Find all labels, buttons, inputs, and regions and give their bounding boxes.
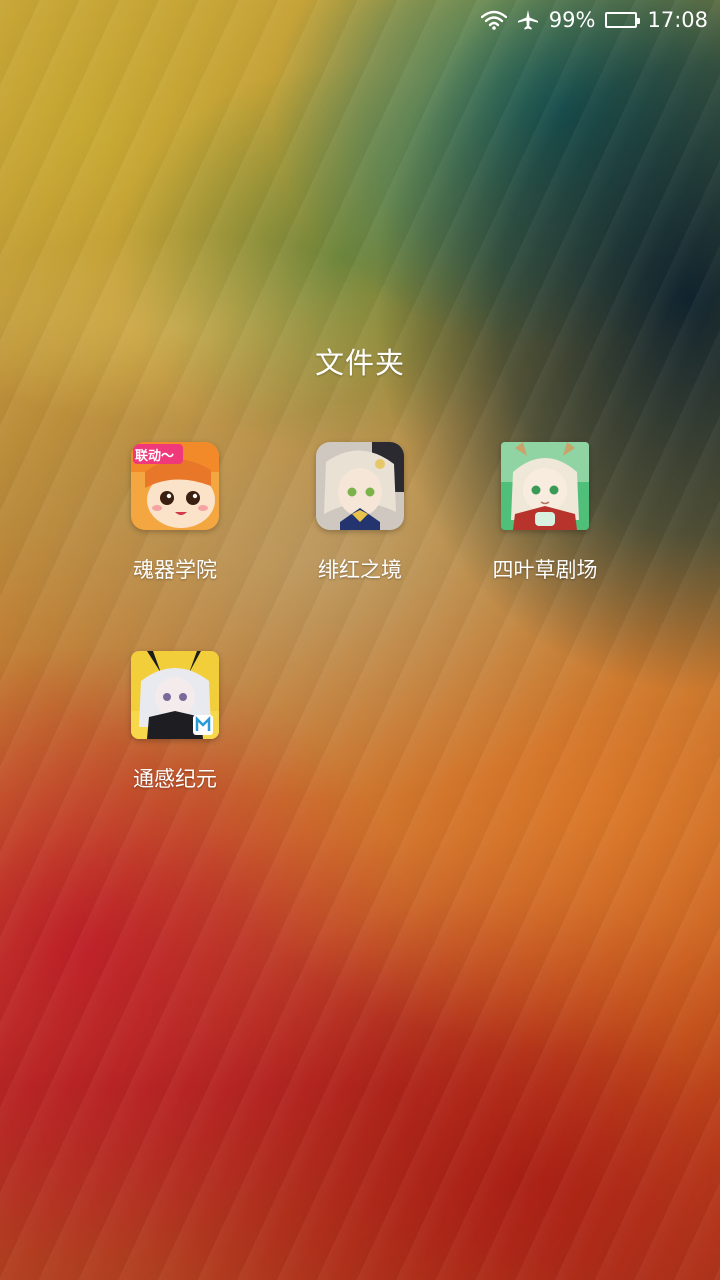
clock: 17:08: [647, 8, 708, 32]
app-label: 魂器学院: [133, 558, 217, 582]
airplane-icon: [517, 9, 539, 31]
app-feihong-zhijing[interactable]: 绯红之境: [270, 442, 450, 584]
siyecao-juchang-app-icon[interactable]: [501, 442, 589, 530]
status-bar: 99% 17:08: [0, 0, 720, 40]
battery-percent: 99%: [548, 8, 596, 32]
app-label: 绯红之境: [318, 558, 402, 582]
feihong-zhijing-app-icon[interactable]: [316, 442, 404, 530]
app-label: 通感纪元: [133, 767, 217, 791]
battery-icon: [605, 12, 641, 28]
wallpaper: [0, 0, 720, 1280]
app-icon-badge-text: 联动～: [135, 449, 175, 464]
wifi-icon: [480, 10, 507, 30]
folder-title[interactable]: 文件夹: [0, 340, 720, 382]
hunqi-xueyuan-app-icon[interactable]: 联动～: [131, 442, 219, 530]
app-label: 四叶草剧场: [492, 558, 598, 582]
tonggan-jiyuan-app-icon[interactable]: [131, 651, 219, 739]
app-siyecao-juchang[interactable]: 四叶草剧场: [455, 442, 635, 584]
app-tonggan-jiyuan[interactable]: 通感纪元: [85, 651, 265, 793]
app-hunqi-xueyuan[interactable]: 联动～ 魂器学院: [85, 442, 265, 584]
